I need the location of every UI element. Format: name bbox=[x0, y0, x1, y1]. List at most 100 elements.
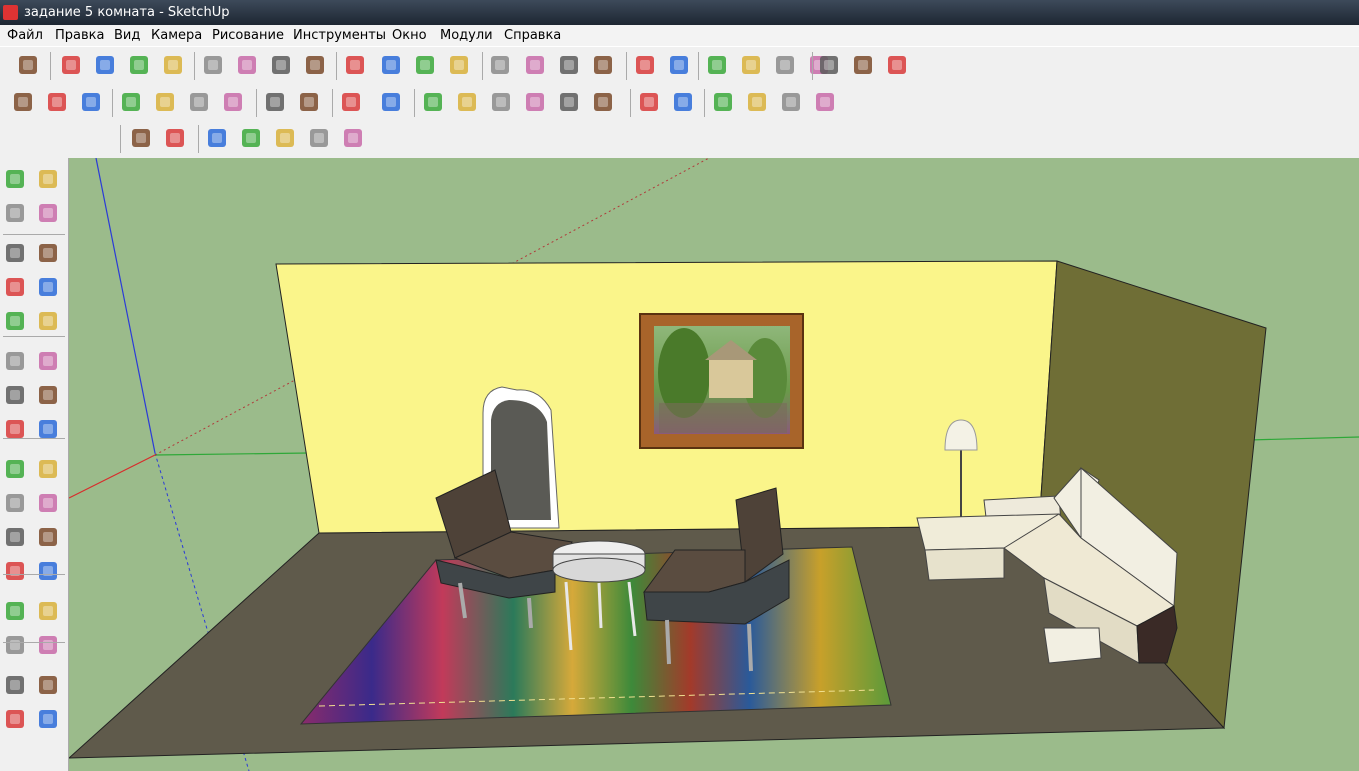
new-file-icon[interactable] bbox=[10, 89, 38, 117]
dimension-icon[interactable] bbox=[35, 456, 61, 482]
component-icon[interactable] bbox=[704, 52, 732, 80]
circle-icon[interactable] bbox=[126, 52, 154, 80]
polygon-icon[interactable] bbox=[2, 308, 28, 334]
shaded-texture-icon[interactable] bbox=[778, 89, 806, 117]
share-model-icon[interactable] bbox=[666, 52, 694, 80]
eraser-pink-icon[interactable] bbox=[234, 52, 262, 80]
move-icon[interactable] bbox=[378, 52, 406, 80]
red-axis bbox=[69, 454, 156, 499]
xray-style-icon[interactable] bbox=[636, 89, 664, 117]
tape-measure-icon[interactable] bbox=[2, 456, 28, 482]
zoom-icon[interactable] bbox=[2, 598, 28, 624]
pan-icon[interactable] bbox=[522, 52, 550, 80]
axes-icon[interactable] bbox=[2, 524, 28, 550]
orbit-icon[interactable] bbox=[487, 52, 515, 80]
menu-plugins[interactable]: Модули bbox=[440, 28, 493, 43]
eraser-icon[interactable] bbox=[200, 52, 228, 80]
rectangle-icon[interactable] bbox=[2, 240, 28, 266]
stamp-icon[interactable] bbox=[162, 125, 190, 153]
move-icon[interactable] bbox=[2, 348, 28, 374]
toolbar-separator bbox=[336, 52, 337, 80]
get-models-icon[interactable] bbox=[632, 52, 660, 80]
paint-bucket-icon[interactable] bbox=[2, 200, 28, 226]
open-file-icon[interactable] bbox=[44, 89, 72, 117]
select-icon[interactable] bbox=[2, 166, 28, 192]
tape-measure-icon[interactable] bbox=[268, 52, 296, 80]
pencil-icon[interactable] bbox=[35, 240, 61, 266]
large-tool-set bbox=[0, 158, 69, 771]
follow-me-icon[interactable] bbox=[35, 382, 61, 408]
rectangle-icon[interactable] bbox=[92, 52, 120, 80]
redo-icon[interactable] bbox=[296, 89, 324, 117]
eraser-icon[interactable] bbox=[35, 200, 61, 226]
component-icon[interactable] bbox=[35, 166, 61, 192]
cut-icon[interactable] bbox=[118, 89, 146, 117]
arc-icon[interactable] bbox=[35, 274, 61, 300]
undo-icon[interactable] bbox=[262, 89, 290, 117]
paste-icon[interactable] bbox=[186, 89, 214, 117]
back-view-icon[interactable] bbox=[522, 89, 550, 117]
menu-file[interactable]: Файл bbox=[7, 28, 43, 43]
protractor-icon[interactable] bbox=[2, 490, 28, 516]
terrain-icon[interactable] bbox=[128, 125, 156, 153]
top-view-icon[interactable] bbox=[590, 89, 618, 117]
arc-icon[interactable] bbox=[160, 52, 188, 80]
copy-icon[interactable] bbox=[152, 89, 180, 117]
push-pull-icon[interactable] bbox=[342, 52, 370, 80]
push-pull-icon[interactable] bbox=[35, 348, 61, 374]
shaded-icon[interactable] bbox=[744, 89, 772, 117]
orbit-icon[interactable] bbox=[2, 558, 28, 584]
save-icon[interactable] bbox=[78, 89, 106, 117]
wireframe-icon[interactable] bbox=[670, 89, 698, 117]
freehand-icon[interactable] bbox=[35, 308, 61, 334]
menu-edit[interactable]: Правка bbox=[55, 28, 104, 43]
paint-bucket-icon[interactable] bbox=[302, 52, 330, 80]
rotate-icon[interactable] bbox=[412, 52, 440, 80]
text-icon[interactable] bbox=[35, 490, 61, 516]
delete-icon[interactable] bbox=[220, 89, 248, 117]
right-view-icon[interactable] bbox=[488, 89, 516, 117]
circle-icon[interactable] bbox=[2, 274, 28, 300]
zoom-icon[interactable] bbox=[556, 52, 584, 80]
section-plane-icon[interactable] bbox=[35, 706, 61, 732]
previous-view-icon[interactable] bbox=[35, 632, 61, 658]
sandbox-icon[interactable] bbox=[340, 125, 368, 153]
left-view-icon[interactable] bbox=[556, 89, 584, 117]
look-around-icon[interactable] bbox=[35, 672, 61, 698]
zoom-extents-icon[interactable] bbox=[590, 52, 618, 80]
menu-window[interactable]: Окно bbox=[392, 28, 427, 43]
add-detail-icon[interactable] bbox=[272, 125, 300, 153]
upload-icon[interactable] bbox=[772, 52, 800, 80]
rotate-icon[interactable] bbox=[2, 382, 28, 408]
menu-help[interactable]: Справка bbox=[504, 28, 561, 43]
3d-text-icon[interactable] bbox=[35, 524, 61, 550]
pan-icon[interactable] bbox=[35, 558, 61, 584]
info-icon[interactable] bbox=[378, 89, 406, 117]
warehouse-icon[interactable] bbox=[884, 52, 912, 80]
select-icon[interactable] bbox=[15, 52, 43, 80]
model-viewport[interactable] bbox=[69, 158, 1359, 771]
hidden-line-icon[interactable] bbox=[710, 89, 738, 117]
smoove-icon[interactable] bbox=[238, 125, 266, 153]
zoom-window-icon[interactable] bbox=[35, 598, 61, 624]
monochrome-icon[interactable] bbox=[812, 89, 840, 117]
pencil-icon[interactable] bbox=[58, 52, 86, 80]
menu-draw[interactable]: Рисование bbox=[212, 28, 284, 43]
walk-icon[interactable] bbox=[2, 706, 28, 732]
iso-view-icon[interactable] bbox=[420, 89, 448, 117]
front-view-icon[interactable] bbox=[454, 89, 482, 117]
menu-camera[interactable]: Камера bbox=[151, 28, 202, 43]
toolbar-separator bbox=[812, 52, 813, 80]
menu-view[interactable]: Вид bbox=[114, 28, 140, 43]
layers-icon[interactable] bbox=[816, 52, 844, 80]
green-axis-right bbox=[1248, 436, 1359, 441]
person-icon[interactable] bbox=[738, 52, 766, 80]
position-camera-icon[interactable] bbox=[2, 672, 28, 698]
flip-edge-icon[interactable] bbox=[306, 125, 334, 153]
scenes-icon[interactable] bbox=[850, 52, 878, 80]
zoom-extents-icon[interactable] bbox=[2, 632, 28, 658]
drape-icon[interactable] bbox=[204, 125, 232, 153]
print-icon[interactable] bbox=[338, 89, 366, 117]
menu-tools[interactable]: Инструменты bbox=[293, 28, 386, 43]
follow-me-icon[interactable] bbox=[446, 52, 474, 80]
